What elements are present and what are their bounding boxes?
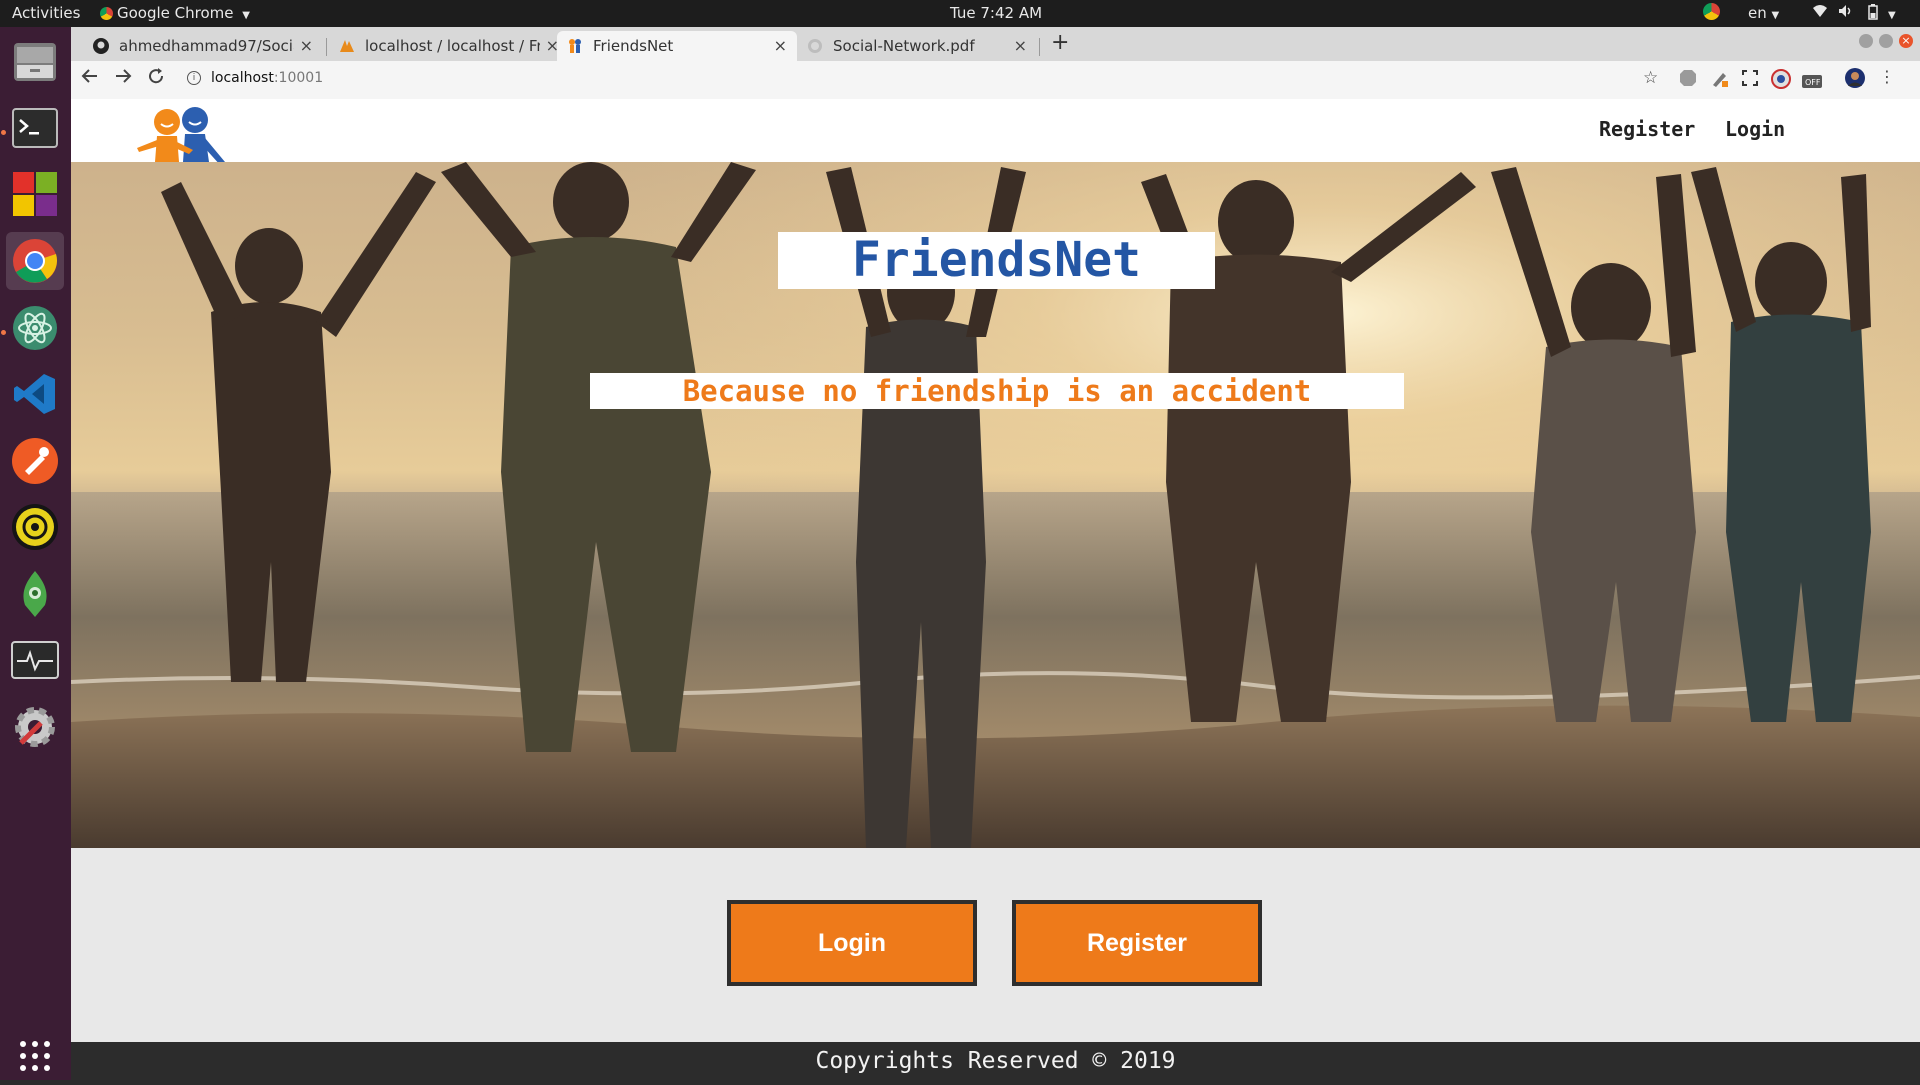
tab-strip: ahmedhammad97/Social- × localhost / loca… — [71, 27, 1920, 61]
profile-avatar[interactable] — [1845, 68, 1865, 92]
robomongo-icon[interactable] — [6, 498, 64, 556]
url-text: localhost:10001 — [211, 70, 323, 86]
app-menu[interactable]: Google Chrome ▼ — [100, 4, 250, 22]
postman-icon[interactable] — [6, 432, 64, 490]
software-center-icon[interactable] — [6, 165, 64, 223]
volume-icon[interactable] — [1838, 4, 1854, 22]
friendsnet-icon — [567, 38, 583, 54]
vscode-icon[interactable] — [6, 365, 64, 423]
web-page: Register Login FriendsNet Because no fri… — [71, 99, 1920, 1080]
bookmark-star-icon[interactable]: ☆ — [1643, 68, 1658, 88]
tab-divider — [1039, 38, 1040, 56]
github-icon — [93, 38, 109, 54]
files-icon[interactable] — [6, 32, 64, 90]
battery-icon[interactable] — [1868, 4, 1878, 24]
site-navbar: Register Login — [71, 99, 1920, 192]
blocker-extension-icon[interactable] — [1771, 69, 1791, 93]
register-button[interactable]: Register — [1012, 900, 1262, 986]
wifi-icon[interactable] — [1812, 4, 1828, 22]
close-icon[interactable]: × — [774, 36, 787, 55]
hero-banner: FriendsNet Because no friendship is an a… — [71, 162, 1920, 848]
chrome-menu-icon[interactable]: ⋮ — [1879, 67, 1895, 86]
back-button[interactable] — [81, 67, 99, 89]
tab-divider — [326, 38, 327, 56]
close-icon[interactable]: × — [1014, 36, 1027, 55]
nav-login-link[interactable]: Login — [1725, 117, 1785, 141]
info-icon[interactable]: i — [187, 71, 201, 85]
nav-register-link[interactable]: Register — [1599, 117, 1695, 141]
chrome-small-icon — [100, 7, 113, 20]
tab-label: localhost / localhost / Frie — [365, 37, 540, 55]
toggle-off-extension-icon[interactable]: OFF — [1801, 69, 1823, 93]
extension-pencil-icon[interactable] — [1711, 69, 1729, 91]
url-port: :10001 — [273, 70, 324, 86]
tab-label: FriendsNet — [593, 37, 674, 55]
browser-toolbar: i localhost:10001 ☆ OFF ⋮ — [71, 61, 1920, 100]
screenshot-extension-icon[interactable] — [1741, 69, 1759, 91]
system-monitor-icon[interactable] — [6, 631, 64, 689]
language-label: en — [1748, 4, 1767, 22]
url-host: localhost — [211, 70, 274, 86]
atom-icon[interactable] — [6, 299, 64, 357]
svg-text:OFF: OFF — [1805, 78, 1821, 87]
clock[interactable]: Tue 7:42 AM — [950, 4, 1042, 22]
login-button[interactable]: Login — [727, 900, 977, 986]
new-tab-button[interactable]: + — [1051, 30, 1069, 55]
minimize-window-button[interactable] — [1859, 34, 1873, 48]
terminal-icon[interactable] — [6, 99, 64, 157]
close-icon[interactable]: × — [300, 36, 313, 55]
activities-button[interactable]: Activities — [12, 4, 80, 22]
mongodb-compass-icon[interactable] — [6, 565, 64, 623]
tab-phpmyadmin[interactable]: localhost / localhost / Frie × — [329, 31, 569, 61]
show-applications-icon[interactable] — [6, 1027, 64, 1085]
tab-label: ahmedhammad97/Social- — [119, 37, 294, 55]
tab-friendsnet[interactable]: FriendsNet × — [557, 31, 797, 61]
site-tagline: Because no friendship is an accident — [590, 373, 1404, 409]
system-menu-caret-icon[interactable]: ▼ — [1888, 4, 1896, 22]
app-menu-label: Google Chrome — [117, 4, 234, 22]
chrome-tray-icon[interactable] — [1703, 3, 1720, 24]
chrome-icon[interactable] — [6, 232, 64, 290]
caret-down-icon: ▼ — [242, 10, 250, 21]
tab-label: Social-Network.pdf — [833, 37, 975, 55]
adblock-icon[interactable] — [1679, 69, 1697, 91]
caret-down-icon: ▼ — [1771, 10, 1780, 21]
address-bar[interactable]: i localhost:10001 — [181, 65, 1701, 95]
site-title: FriendsNet — [778, 232, 1215, 289]
phpmyadmin-icon — [339, 38, 355, 54]
forward-button[interactable] — [114, 67, 132, 89]
site-footer: Copyrights Reserved © 2019 — [71, 1042, 1920, 1080]
pdf-icon — [807, 38, 823, 54]
tab-pdf[interactable]: Social-Network.pdf × — [797, 31, 1037, 61]
settings-icon[interactable] — [6, 698, 64, 756]
close-window-button[interactable]: × — [1899, 34, 1913, 48]
system-top-bar: Activities Google Chrome ▼ Tue 7:42 AM e… — [0, 0, 1920, 27]
language-indicator[interactable]: en ▼ — [1748, 4, 1779, 22]
maximize-window-button[interactable] — [1879, 34, 1893, 48]
reload-button[interactable] — [147, 67, 165, 89]
dock — [0, 27, 71, 1080]
tab-github[interactable]: ahmedhammad97/Social- × — [83, 31, 323, 61]
